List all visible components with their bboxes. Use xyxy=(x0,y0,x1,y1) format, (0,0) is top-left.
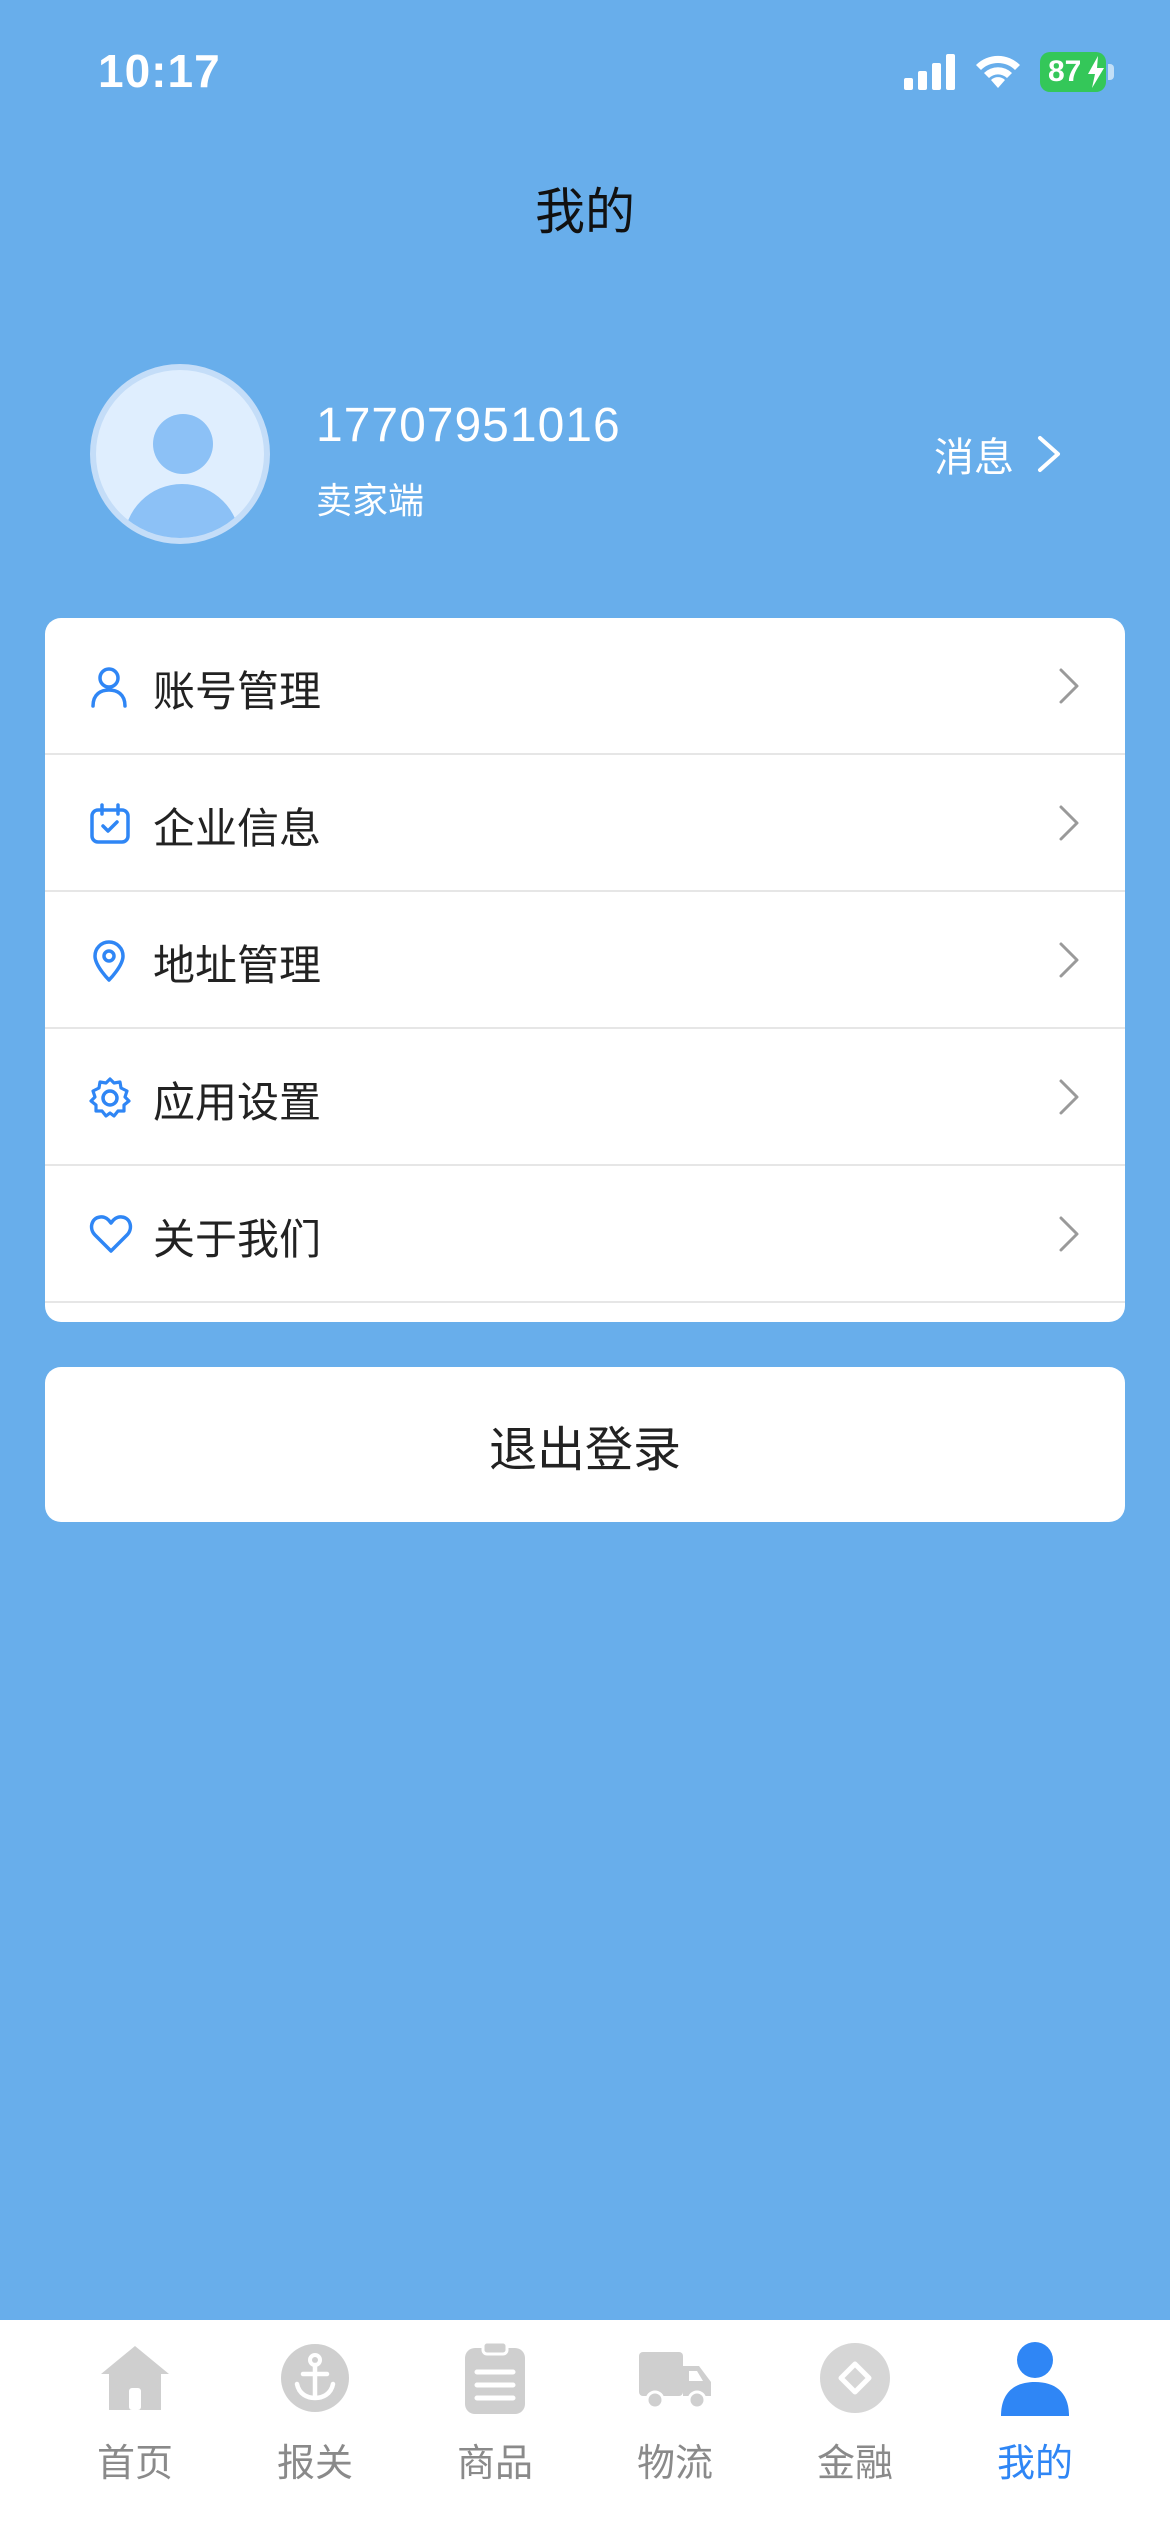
menu-item-settings[interactable]: 应用设置 xyxy=(45,1029,1125,1166)
heart-icon xyxy=(89,1215,133,1253)
user-role: 卖家端 xyxy=(316,481,425,522)
anchor-icon xyxy=(281,2344,349,2412)
home-icon xyxy=(101,2346,169,2410)
user-icon xyxy=(91,667,127,708)
avatar-head xyxy=(153,414,213,474)
menu-item-label: 企业信息 xyxy=(153,804,322,853)
tab-customs[interactable]: 报关 xyxy=(225,2320,405,2532)
clipboard-icon xyxy=(465,2340,525,2414)
menu-item-label: 关于我们 xyxy=(153,1215,322,1264)
page-title: 我的 xyxy=(535,183,635,241)
chevron-right-icon xyxy=(1059,1216,1079,1252)
menu-item-address[interactable]: 地址管理 xyxy=(45,892,1125,1029)
messages-label: 消息 xyxy=(934,435,1014,481)
chevron-right-icon xyxy=(1059,668,1079,704)
chevron-right-icon xyxy=(1059,942,1079,978)
tab-label: 金融 xyxy=(816,2441,893,2485)
tab-label: 商品 xyxy=(456,2441,533,2485)
chevron-right-icon xyxy=(1059,1079,1079,1115)
tab-logistics[interactable]: 物流 xyxy=(585,2320,765,2532)
avatar-body xyxy=(124,484,240,538)
person-icon xyxy=(1001,2342,1069,2416)
tab-label: 我的 xyxy=(996,2441,1073,2485)
tab-label: 物流 xyxy=(636,2441,713,2485)
menu-item-company[interactable]: 企业信息 xyxy=(45,755,1125,892)
status-time: 10:17 xyxy=(98,45,221,97)
truck-icon xyxy=(639,2352,711,2410)
wifi-icon xyxy=(976,55,1020,88)
tab-finance[interactable]: 金融 xyxy=(765,2320,945,2532)
menu-item-account[interactable]: 账号管理 xyxy=(45,618,1125,755)
chevron-right-icon xyxy=(1059,805,1079,841)
menu-item-label: 应用设置 xyxy=(153,1078,322,1127)
tab-mine[interactable]: 我的 xyxy=(945,2320,1125,2532)
status-bar: 10:17 87 xyxy=(0,0,1170,150)
menu-item-about[interactable]: 关于我们 xyxy=(45,1166,1125,1303)
messages-link[interactable]: 消息 xyxy=(934,426,1062,482)
menu-item-label: 地址管理 xyxy=(153,941,322,990)
signal-icon xyxy=(904,54,955,90)
logout-button[interactable]: 退出登录 xyxy=(45,1367,1125,1522)
avatar[interactable] xyxy=(90,364,270,544)
gear-icon xyxy=(89,1077,131,1118)
tab-home[interactable]: 首页 xyxy=(45,2320,225,2532)
finance-diamond-icon xyxy=(820,2343,890,2413)
calendar-check-icon xyxy=(90,803,130,844)
tab-label: 报关 xyxy=(276,2441,353,2485)
tab-goods[interactable]: 商品 xyxy=(405,2320,585,2532)
tab-label: 首页 xyxy=(96,2441,173,2485)
location-pin-icon xyxy=(93,940,125,982)
chevron-right-icon xyxy=(1038,436,1060,472)
tab-bar: 首页 报关 商品 物流 金融 我的 xyxy=(0,2320,1170,2532)
menu-card: 账号管理 企业信息 地址管理 应用设置 关于我们 xyxy=(45,618,1125,1322)
menu-item-label: 账号管理 xyxy=(153,667,322,716)
user-phone: 17707951016 xyxy=(316,399,621,452)
battery-cap xyxy=(1108,64,1114,80)
charging-bolt-icon xyxy=(1088,56,1104,88)
